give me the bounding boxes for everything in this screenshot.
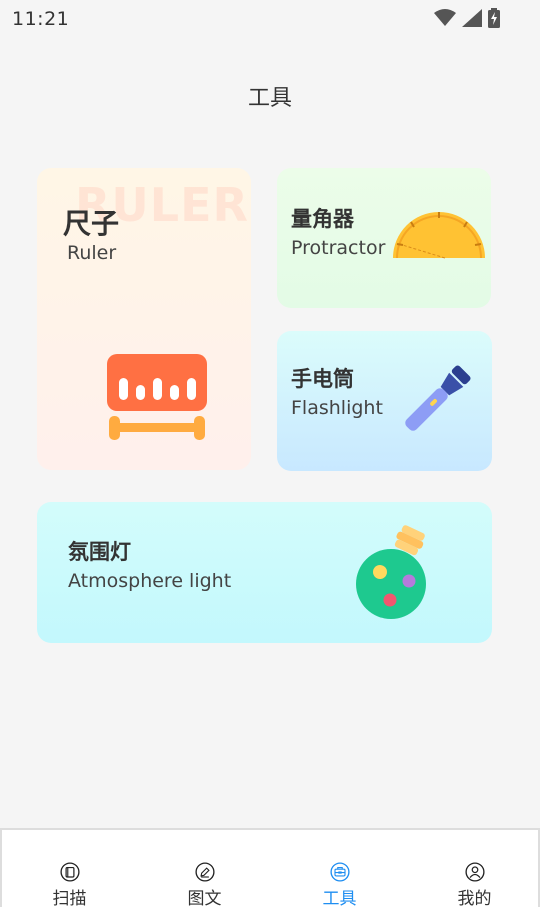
tab-graphic[interactable]: 图文 [137, 830, 272, 907]
ruler-card[interactable]: RULER 尺子 Ruler [37, 168, 251, 470]
tab-graphic-label: 图文 [187, 889, 222, 907]
atmosphere-light-card[interactable]: 氛围灯 Atmosphere light [37, 502, 492, 643]
status-bar: 11:21 [0, 0, 540, 36]
toolbox-icon [329, 862, 350, 882]
flashlight-icon [405, 365, 471, 431]
scan-icon [59, 862, 80, 882]
protractor-icon [393, 212, 485, 259]
tab-tools-label: 工具 [322, 889, 357, 907]
tab-scan[interactable]: 扫描 [2, 830, 137, 907]
flashlight-title: 手电筒 [291, 367, 354, 391]
atmosphere-title: 氛围灯 [68, 540, 131, 564]
signal-icon [462, 9, 482, 27]
battery-charging-icon [488, 8, 500, 28]
protractor-subtitle: Protractor [291, 237, 386, 259]
flashlight-card[interactable]: 手电筒 Flashlight [277, 331, 492, 471]
wifi-icon [434, 9, 456, 26]
ruler-title: 尺子 [63, 207, 120, 240]
bottom-tab-bar: 扫描 图文 工具 我的 [0, 828, 540, 907]
tab-tools[interactable]: 工具 [272, 830, 407, 907]
atmosphere-subtitle: Atmosphere light [68, 570, 232, 592]
profile-icon [464, 862, 485, 882]
page-title: 工具 [247, 86, 292, 111]
status-icons [434, 8, 500, 28]
status-time: 11:21 [12, 8, 70, 30]
ruler-illustration-icon [107, 354, 207, 440]
tab-scan-label: 扫描 [52, 889, 87, 907]
protractor-title: 量角器 [291, 207, 354, 231]
flashlight-subtitle: Flashlight [291, 397, 383, 419]
atmosphere-lamp-icon [356, 525, 426, 619]
protractor-card[interactable]: 量角器 Protractor [277, 168, 491, 308]
tab-profile[interactable]: 我的 [407, 830, 540, 907]
edit-icon [194, 862, 215, 882]
tab-profile-label: 我的 [457, 889, 492, 907]
ruler-subtitle: Ruler [67, 242, 117, 264]
